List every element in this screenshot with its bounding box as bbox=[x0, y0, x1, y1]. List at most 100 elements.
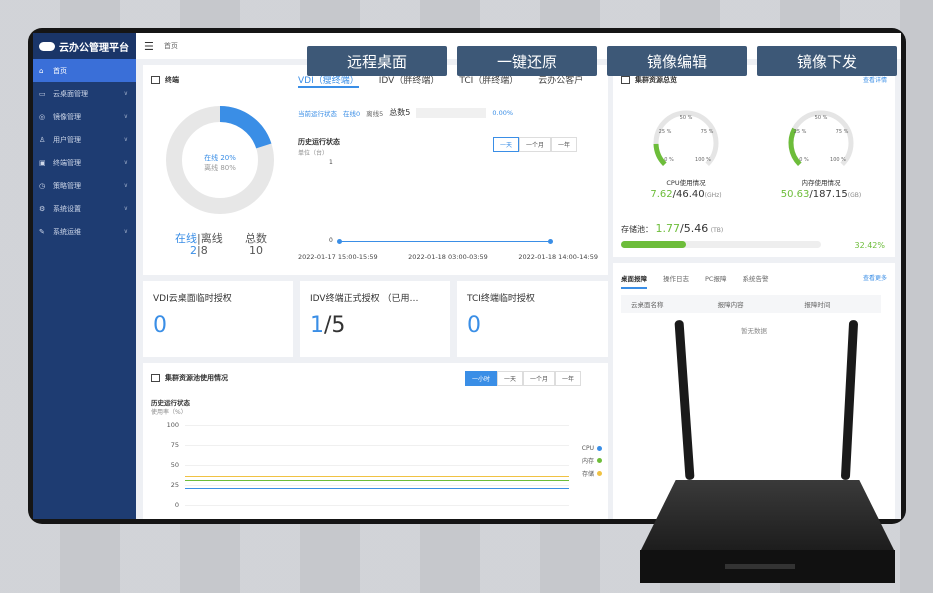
gauge-unit: (GHz) bbox=[704, 192, 722, 199]
alerts-tab-3[interactable]: 系统告警 bbox=[742, 273, 768, 289]
gauge-tick-label: 25 % bbox=[794, 129, 807, 135]
history-y-zero: 0 bbox=[329, 237, 333, 244]
storage-progress-fill bbox=[621, 241, 686, 248]
alerts-column-header: 云桌面名称 bbox=[631, 301, 664, 309]
monitor-icon: ▭ bbox=[39, 89, 46, 98]
offline-count: 8 bbox=[200, 244, 208, 257]
history-x-label: 2022-01-17 15:00-15:59 bbox=[298, 253, 378, 261]
gauge-tick-label: 50 % bbox=[815, 115, 828, 121]
pool-ranges-btn-0[interactable]: 一小时 bbox=[465, 371, 498, 386]
pool-y-tick: 0 bbox=[174, 501, 179, 509]
alerts-more-link[interactable]: 查看更多 bbox=[863, 273, 887, 282]
license-title: IDV终端正式授权 （已用… bbox=[310, 294, 419, 304]
sidebar-item-3[interactable]: ♙ 用户管理 ∨ bbox=[33, 128, 136, 151]
sidebar-item-label: 云桌面管理 bbox=[53, 89, 88, 98]
sidebar-item-4[interactable]: ▣ 终端管理 ∨ bbox=[33, 151, 136, 174]
feature-banner-0: 远程桌面 bbox=[307, 46, 447, 76]
chevron-down-icon: ∨ bbox=[123, 205, 128, 212]
sidebar-item-label: 系统运维 bbox=[53, 227, 81, 236]
sidebar-item-2[interactable]: ◎ 镜像管理 ∨ bbox=[33, 105, 136, 128]
term-ranges-btn-1[interactable]: 一个月 bbox=[519, 137, 552, 152]
sidebar-item-6[interactable]: ⚙ 系统设置 ∨ bbox=[33, 197, 136, 220]
monitor-frame: 云办公管理平台 ⌂ 首页 ▭ 云桌面管理 ∨ ◎ 镜像管理 ∨ ♙ 用户管理 ∨ ▣ 终端管理 ∨ ◷ 策略管… bbox=[28, 28, 906, 524]
license-value: 0 bbox=[467, 313, 481, 338]
status-online: 在线0 bbox=[343, 109, 361, 118]
chevron-down-icon: ∨ bbox=[123, 182, 128, 189]
alerts-tab-0[interactable]: 桌面报障 bbox=[621, 273, 647, 289]
clock-icon: ◷ bbox=[39, 181, 46, 190]
home-icon: ⌂ bbox=[39, 66, 44, 75]
chevron-down-icon: ∨ bbox=[123, 113, 128, 120]
history-point bbox=[337, 239, 342, 244]
status-pct: 0.00% bbox=[492, 108, 514, 117]
status-label: 当前运行状态 bbox=[298, 109, 337, 118]
term-ranges-btn-0[interactable]: 一天 bbox=[493, 137, 520, 152]
storage-series-line bbox=[185, 476, 569, 477]
pool-gridline bbox=[185, 465, 569, 466]
cpu-series-line bbox=[185, 488, 569, 489]
total-block: 总数 10 bbox=[245, 233, 267, 257]
pool-y-tick: 50 bbox=[170, 461, 179, 469]
alerts-tab-2[interactable]: PC报障 bbox=[705, 273, 726, 289]
pool-ranges-btn-3[interactable]: 一年 bbox=[555, 371, 582, 386]
history-line bbox=[339, 241, 551, 242]
sidebar-item-1[interactable]: ▭ 云桌面管理 ∨ bbox=[33, 82, 136, 105]
gauge-tick-label: 100 % bbox=[830, 157, 846, 163]
pool-y-tick: 75 bbox=[170, 441, 179, 449]
app-title: 云办公管理平台 bbox=[59, 42, 129, 54]
gauge-svg: 50 % 25 % 75 % 0 % 100 % bbox=[788, 110, 854, 166]
gauge-total: /46.40 bbox=[672, 189, 705, 200]
pool-legend-item[interactable]: 内存 bbox=[582, 456, 602, 465]
pool-y-tick: 100 bbox=[166, 421, 179, 429]
history-point bbox=[548, 239, 553, 244]
sidebar-item-0[interactable]: ⌂ 首页 bbox=[33, 59, 136, 82]
pool-ranges-btn-1[interactable]: 一天 bbox=[497, 371, 524, 386]
router-front bbox=[640, 550, 895, 583]
license-value: 0 bbox=[153, 313, 167, 338]
chevron-down-icon: ∨ bbox=[123, 90, 128, 97]
chevron-down-icon: ∨ bbox=[123, 159, 128, 166]
sidebar-item-5[interactable]: ◷ 策略管理 ∨ bbox=[33, 174, 136, 197]
menu-icon[interactable]: ☰ bbox=[144, 40, 154, 53]
disc-icon: ◎ bbox=[39, 112, 46, 121]
online-count: 2 bbox=[190, 244, 197, 257]
gauge-tick-label: 100 % bbox=[695, 157, 711, 163]
gauge-used: 7.62 bbox=[650, 189, 673, 200]
chevron-down-icon: ∨ bbox=[123, 228, 128, 235]
wrench-icon: ✎ bbox=[39, 227, 45, 236]
current-status-line: 当前运行状态 在线0 离线5 总数5 0.00% bbox=[298, 107, 513, 118]
cluster-detail-link[interactable]: 查看详情 bbox=[863, 75, 887, 84]
cluster-card: 集群资源总览 查看详情 50 % 25 % 75 % 0 % 100 % CPU… bbox=[613, 65, 895, 257]
sidebar-item-label: 系统设置 bbox=[53, 204, 81, 213]
cluster-title: 集群资源总览 bbox=[621, 75, 677, 85]
pool-legend-item[interactable]: CPU bbox=[582, 445, 602, 452]
license-used: 0 bbox=[153, 313, 167, 338]
pool-ranges-btn-2[interactable]: 一个月 bbox=[523, 371, 556, 386]
pool-legend-item[interactable]: 存储 bbox=[582, 469, 602, 478]
pool-y-tick: 25 bbox=[170, 481, 179, 489]
term-ranges-btn-2[interactable]: 一年 bbox=[551, 137, 578, 152]
sidebar-item-7[interactable]: ✎ 系统运维 ∨ bbox=[33, 220, 136, 243]
history-y-top: 1 bbox=[329, 159, 333, 166]
gauge-tick-label: 75 % bbox=[701, 129, 714, 135]
gauge-used: 50.63 bbox=[780, 189, 810, 200]
legend-label: 存储 bbox=[581, 471, 594, 478]
license-total: /5 bbox=[324, 313, 346, 338]
storage-row: 存储池： 1.77/5.46 (TB) bbox=[621, 222, 723, 235]
screen: 云办公管理平台 ⌂ 首页 ▭ 云桌面管理 ∨ ◎ 镜像管理 ∨ ♙ 用户管理 ∨ ▣ 终端管理 ∨ ◷ 策略管… bbox=[33, 33, 901, 519]
online-pct: 在线 20% bbox=[204, 154, 236, 162]
license-used: 0 bbox=[467, 313, 481, 338]
feature-banner-3: 镜像下发 bbox=[757, 46, 897, 76]
cpu-gauge: 50 % 25 % 75 % 0 % 100 % CPU使用情况 7.62/46… bbox=[643, 101, 729, 213]
breadcrumb: 首页 bbox=[163, 42, 178, 50]
alerts-tab-1[interactable]: 操作日志 bbox=[663, 273, 689, 289]
gear-icon: ⚙ bbox=[39, 204, 46, 213]
cloud-logo-icon bbox=[39, 41, 55, 51]
pool-unit: 使用率（%） bbox=[151, 409, 187, 416]
mem-gauge: 50 % 25 % 75 % 0 % 100 % 内存使用情况 50.63/18… bbox=[778, 101, 864, 213]
pool-gridline bbox=[185, 445, 569, 446]
pool-gridline bbox=[185, 505, 569, 506]
gauge-value: 50.63/187.15(GB) bbox=[778, 189, 864, 200]
gauge-total: /187.15 bbox=[809, 189, 848, 200]
alerts-column-header: 报障内容 bbox=[717, 301, 744, 309]
